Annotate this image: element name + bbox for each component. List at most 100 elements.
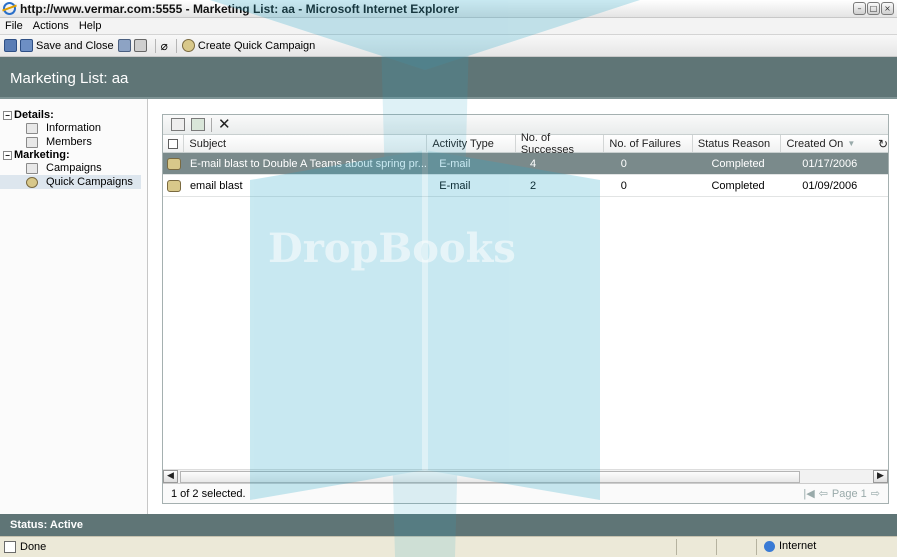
previous-page-icon[interactable]: ⇦ [819,487,828,500]
cell-status-reason: Completed [711,179,765,192]
grid-footer: 1 of 2 selected. |◀ ⇦ Page 1 ⇨ [163,483,888,503]
grid-column-headers: Subject Activity Type No. of Successes N… [163,132,888,156]
menu-actions[interactable]: Actions [33,20,69,32]
page-title: Marketing List: aa [10,70,129,87]
cell-activity-type: E-mail [439,157,471,170]
table-row[interactable]: E-mail blast to Double A Teams about spr… [163,153,888,175]
status-cell [676,539,696,555]
cell-successes: 2 [529,179,537,192]
print-icon[interactable] [133,39,147,52]
maximize-button[interactable]: □ [867,2,880,15]
window-title: http://www.vermar.com:5555 - Marketing L… [20,1,459,16]
create-quick-campaign-label: Create Quick Campaign [197,39,316,52]
column-header-subject[interactable]: Subject [184,135,428,152]
save-and-close-label: Save and Close [36,39,114,52]
save-and-close-button[interactable]: Save and Close [20,39,114,52]
quick-campaigns-grid: ✕ Subject Activity Type No. of Successes… [162,114,889,504]
collapse-icon[interactable]: − [3,110,12,120]
refresh-icon[interactable]: ↻ [870,135,888,152]
delete-icon[interactable]: ✕ [218,117,231,132]
column-header-created-on[interactable]: Created On ▼ [781,135,870,152]
column-header-status-reason[interactable]: Status Reason [693,135,782,152]
ie-logo-icon [3,2,16,15]
campaigns-icon [26,162,38,174]
scroll-track[interactable] [178,470,873,483]
grid-toolbar-separator [211,117,212,132]
table-row[interactable]: email blast E-mail 2 0 Completed 01/09/2… [163,175,888,197]
scroll-thumb[interactable] [180,470,800,483]
left-navigation: − Details: Information Members − Marketi… [0,99,148,514]
toolbar-separator [175,38,177,53]
internet-globe-icon [764,540,775,552]
cell-failures: 0 [620,179,627,192]
nav-item-information[interactable]: Information [0,121,147,135]
menu-help[interactable]: Help [79,20,102,32]
nav-item-label: Members [46,136,92,148]
save-close-icon [20,39,33,52]
save-new-icon[interactable] [117,39,131,52]
row-icon-cell [163,153,185,174]
page-done-icon [4,541,16,553]
status-cell [716,539,736,555]
quick-campaign-icon [181,39,195,52]
column-header-label: Created On [786,137,844,150]
browser-status-text: Done [20,541,47,553]
create-quick-campaign-button[interactable]: Create Quick Campaign [181,39,316,52]
collapse-icon[interactable]: − [3,150,12,160]
column-header-successes[interactable]: No. of Successes [516,132,605,156]
information-icon [26,122,38,134]
selection-count: 1 of 2 selected. [171,487,246,500]
cell-created-on: 01/17/2006 [802,157,858,170]
nav-item-campaigns[interactable]: Campaigns [0,161,147,175]
nav-section-marketing[interactable]: − Marketing: [0,149,147,161]
form-toolbar: Save and Close ⌀ Create Quick Campaign [0,35,897,57]
members-icon [26,136,38,148]
security-zone: Internet [764,540,816,552]
column-header-failures[interactable]: No. of Failures [604,135,693,152]
next-page-icon[interactable]: ⇨ [871,487,880,500]
page-header: Marketing List: aa [0,57,897,99]
cell-subject[interactable]: E-mail blast to Double A Teams about spr… [185,153,434,174]
cell-status-reason: Completed [711,157,765,170]
quick-campaign-icon [166,179,181,192]
scroll-right-icon[interactable]: ▶ [873,470,888,483]
export-excel-icon[interactable] [191,118,205,131]
quick-campaign-icon [166,157,181,170]
nav-item-label: Information [46,122,102,134]
close-button[interactable]: × [881,2,894,15]
cell-failures: 0 [620,157,627,170]
row-icon-cell [163,175,185,196]
menu-bar: File Actions Help [0,18,897,35]
record-status-bar: Status: Active [0,514,897,536]
main-content: ✕ Subject Activity Type No. of Successes… [148,99,897,514]
nav-item-quick-campaigns[interactable]: Quick Campaigns [0,175,141,189]
horizontal-scrollbar[interactable]: ◀ ▶ [163,469,888,483]
save-icon[interactable] [4,39,17,52]
cell-activity-type: E-mail [439,179,471,192]
nav-item-label: Campaigns [46,162,102,174]
select-all-checkbox[interactable] [168,138,179,149]
status-cell [756,539,758,555]
browser-status-bar: Done Internet [0,536,897,557]
page-number: Page 1 [831,487,867,500]
nav-section-details[interactable]: − Details: [0,109,147,121]
quick-campaigns-icon [26,176,38,188]
toolbar-separator [154,38,156,53]
window-controls: – □ × [853,2,894,15]
print-grid-icon[interactable] [171,118,185,131]
nav-section-label: Details: [14,109,54,121]
scroll-left-icon[interactable]: ◀ [163,470,178,483]
nav-item-members[interactable]: Members [0,135,147,149]
sort-descending-icon: ▼ [847,139,856,148]
menu-file[interactable]: File [5,20,23,32]
attach-icon[interactable]: ⌀ [161,39,168,53]
first-page-icon[interactable]: |◀ [803,487,814,500]
pager: |◀ ⇦ Page 1 ⇨ [803,487,880,501]
cell-subject[interactable]: email blast [185,175,434,196]
minimize-button[interactable]: – [853,2,866,15]
nav-section-label: Marketing: [14,149,70,161]
record-status: Status: Active [10,519,83,531]
security-zone-label: Internet [779,540,817,552]
window-titlebar: http://www.vermar.com:5555 - Marketing L… [0,0,897,18]
column-header-activity-type[interactable]: Activity Type [427,135,516,152]
